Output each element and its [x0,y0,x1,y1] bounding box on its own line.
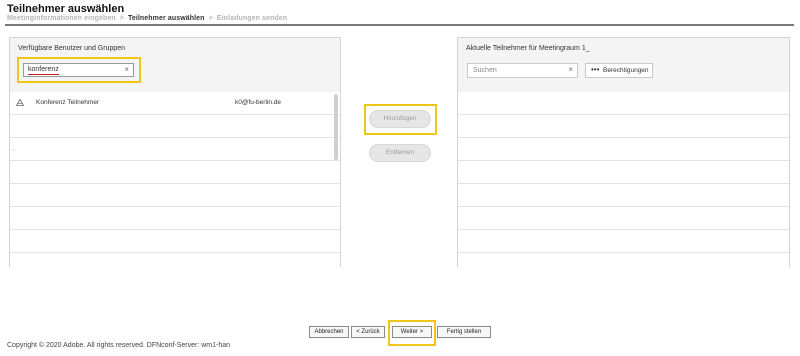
user-search-value: konferenz [28,66,59,75]
clear-search-icon[interactable]: × [124,65,129,74]
available-users-title: Verfügbare Benutzer und Gruppen [18,45,126,52]
search-highlight: konferenz × [17,57,141,83]
available-users-list: Konferenz Teilnehmer k0@fu-berlin.de , [10,92,340,267]
more-dots-icon: ••• [591,65,600,74]
list-item [458,184,789,207]
list-item-name: Konferenz Teilnehmer [36,99,100,106]
permissions-label: Berechtigungen [603,67,649,74]
participant-search-placeholder: Suchen [473,67,497,74]
list-item [10,184,340,207]
list-item[interactable]: Konferenz Teilnehmer k0@fu-berlin.de [10,92,340,115]
add-highlight: Hinzufügen [364,104,437,135]
permissions-button[interactable]: ••• Berechtigungen [585,63,653,78]
list-item [458,161,789,184]
page-title: Teilnehmer auswählen [7,3,125,15]
list-item [458,138,789,161]
list-item [458,92,789,115]
list-item [10,207,340,230]
breadcrumb-step-select-participants: Teilnehmer auswählen [127,15,205,22]
list-item [10,161,340,184]
copyright-text: Copyright © 2020 Adobe. All rights reser… [7,342,231,349]
breadcrumb-separator: > [119,15,124,22]
header-divider [5,24,794,26]
list-item [10,230,340,253]
current-participants-list [458,92,789,267]
list-item [458,115,789,138]
remove-button[interactable]: Entfernen [369,144,431,162]
list-item [458,230,789,253]
user-group-icon [16,99,24,106]
participant-search-input[interactable]: Suchen × [467,63,578,78]
finish-button[interactable]: Fertig stellen [437,326,491,338]
list-item-login: k0@fu-berlin.de [235,99,281,106]
breadcrumb-separator: > [208,15,213,22]
current-participants-title: Aktuelle Teilnehmer für Meetingraum 1_ [466,45,590,52]
clear-search-icon[interactable]: × [568,65,573,74]
user-search-input[interactable]: konferenz × [23,63,134,77]
list-item: , [10,138,340,161]
cancel-button[interactable]: Abbrechen [309,326,349,338]
breadcrumb-step-send-invitations: Einladungen senden [216,15,288,22]
current-participants-panel: Aktuelle Teilnehmer für Meetingraum 1_ S… [457,37,790,267]
breadcrumb-step-meeting-info: Meetinginformationen eingeben [7,15,116,22]
list-item [10,115,340,138]
available-users-panel: Verfügbare Benutzer und Gruppen konferen… [9,37,341,267]
list-item [458,207,789,230]
next-highlight [388,320,436,346]
add-button[interactable]: Hinzufügen [369,110,431,128]
list-scrollbar[interactable] [334,94,338,160]
back-button[interactable]: < Zurück [351,326,385,338]
breadcrumb: Meetinginformationen eingeben > Teilnehm… [7,15,287,22]
